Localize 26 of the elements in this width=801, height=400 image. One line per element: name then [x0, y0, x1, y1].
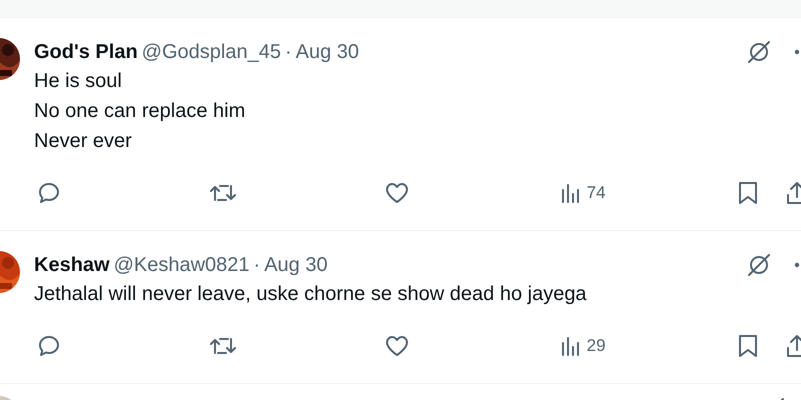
- repost-icon[interactable]: [210, 336, 236, 356]
- author-handle[interactable]: @Keshaw0821: [114, 250, 250, 280]
- separator: ·: [284, 40, 292, 65]
- heart-icon[interactable]: [385, 335, 410, 357]
- grok-icon[interactable]: [746, 252, 772, 278]
- bookmark-icon[interactable]: [738, 334, 758, 358]
- post-date[interactable]: Aug 30: [264, 250, 328, 280]
- view-count[interactable]: 29: [586, 333, 606, 359]
- bookmark-icon[interactable]: [738, 181, 758, 205]
- author-handle[interactable]: @Godsplan_45: [142, 37, 281, 67]
- reply-icon[interactable]: [38, 335, 60, 357]
- views-icon[interactable]: [560, 335, 581, 357]
- heart-icon[interactable]: [385, 182, 410, 204]
- views-icon[interactable]: [560, 182, 581, 204]
- author-name[interactable]: Keshaw: [34, 250, 110, 280]
- reply-text: He is soul: [34, 69, 123, 94]
- separator: ·: [254, 253, 260, 278]
- repost-icon[interactable]: [210, 183, 236, 203]
- reply-text: Jethalal will never leave, uske chorne se show dead ho jayega: [34, 282, 588, 307]
- reply-text: Never ever: [34, 129, 133, 154]
- reply-text: No one can replace him: [34, 99, 246, 124]
- reply-icon[interactable]: [38, 182, 60, 204]
- view-count[interactable]: 74: [586, 180, 606, 206]
- post-date[interactable]: Aug 30: [296, 37, 360, 67]
- grok-icon[interactable]: [746, 39, 772, 65]
- author-name[interactable]: God's Plan: [34, 37, 138, 67]
